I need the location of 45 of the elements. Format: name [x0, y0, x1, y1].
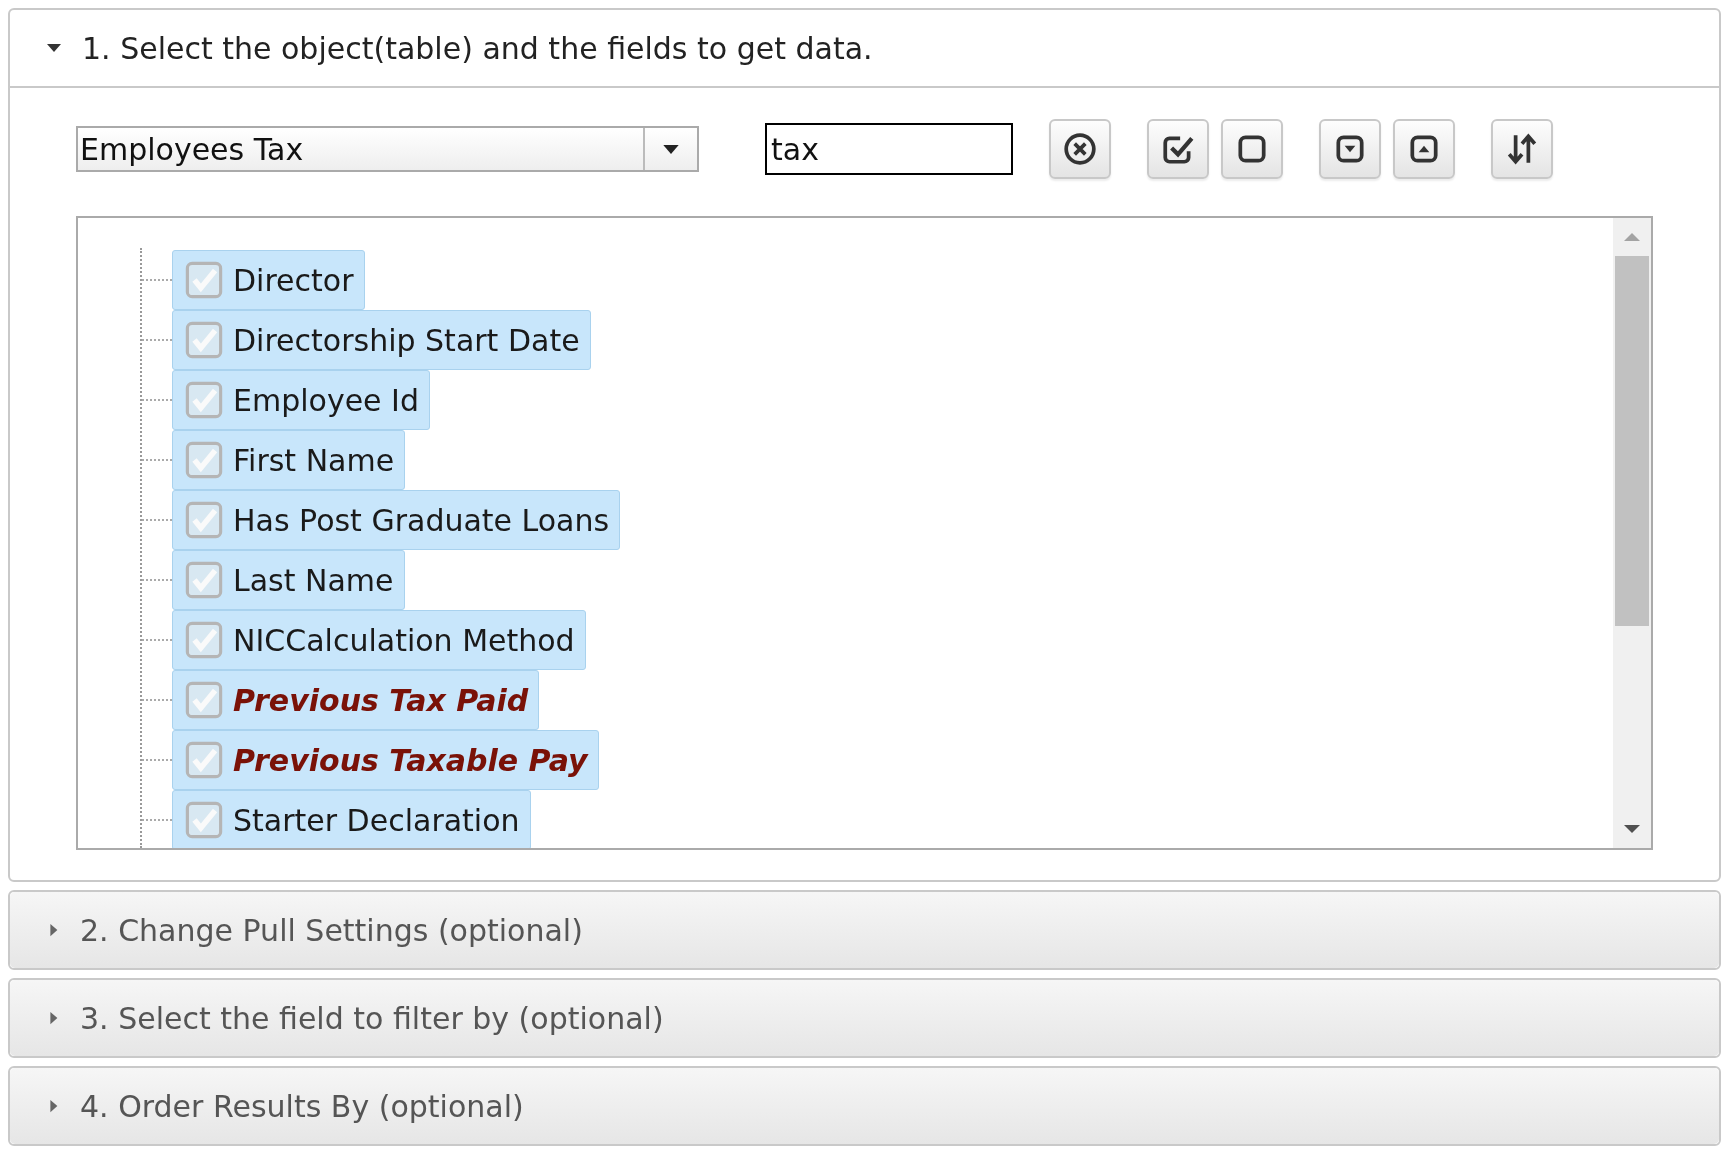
field-item[interactable]: Previous Tax Paid — [172, 670, 540, 730]
field-item[interactable]: Has Post Graduate Loans — [172, 490, 621, 550]
accordion-header[interactable]: 2. Change Pull Settings (optional) — [10, 892, 1719, 968]
accordion-header[interactable]: 4. Order Results By (optional) — [10, 1068, 1719, 1144]
checked-checkbox-icon[interactable] — [185, 561, 223, 599]
section-title: 4. Order Results By (optional) — [80, 1088, 524, 1124]
scroll-up-icon[interactable] — [1622, 232, 1642, 242]
field-item[interactable]: Directorship Start Date — [172, 310, 591, 370]
clear-button[interactable] — [1049, 119, 1111, 179]
check-all-button[interactable] — [1147, 119, 1209, 179]
section-title: 1. Select the object(table) and the fields to get data. — [82, 30, 873, 66]
scroll-down-icon[interactable] — [1622, 824, 1642, 834]
field-item[interactable]: Last Name — [172, 550, 405, 610]
checked-checkbox-icon[interactable] — [185, 321, 223, 359]
collapse-button[interactable] — [1393, 119, 1455, 179]
accordion-header[interactable]: 1. Select the object(table) and the fields to get data. — [10, 10, 1719, 88]
circle-x-icon — [1063, 132, 1097, 166]
checked-checkbox-icon[interactable] — [185, 621, 223, 659]
box-up-icon — [1407, 132, 1441, 166]
section-title: 2. Change Pull Settings (optional) — [80, 912, 583, 948]
checked-checkbox-icon[interactable] — [185, 381, 223, 419]
empty-box-icon — [1235, 132, 1269, 166]
checked-checkbox-icon[interactable] — [185, 501, 223, 539]
field-item[interactable]: Previous Taxable Pay — [172, 730, 599, 790]
object-dropdown[interactable]: Employees Tax — [76, 126, 699, 172]
checked-checkbox-icon[interactable] — [185, 261, 223, 299]
field-item[interactable]: Starter Declaration — [172, 790, 531, 848]
sort-arrows-icon — [1505, 132, 1539, 166]
accordion-header[interactable]: 3. Select the field to filter by (optional) — [10, 980, 1719, 1056]
checked-checkbox-icon[interactable] — [185, 741, 223, 779]
field-item[interactable]: NICCalculation Method — [172, 610, 586, 670]
expand-button[interactable] — [1319, 119, 1381, 179]
field-item[interactable]: First Name — [172, 430, 406, 490]
section-title: 3. Select the field to filter by (optional) — [80, 1000, 664, 1036]
scrollbar[interactable] — [1613, 218, 1651, 848]
field-item[interactable]: Employee Id — [172, 370, 430, 430]
checked-checkbox-icon[interactable] — [185, 681, 223, 719]
sort-button[interactable] — [1491, 119, 1553, 179]
field-item[interactable]: Director — [172, 250, 365, 310]
box-down-icon — [1333, 132, 1367, 166]
search-field[interactable]: tax — [765, 123, 1013, 175]
uncheck-all-button[interactable] — [1221, 119, 1283, 179]
checked-checkbox-icon[interactable] — [185, 801, 223, 839]
checked-checkbox-icon[interactable] — [185, 441, 223, 479]
caret-down-icon — [662, 143, 680, 155]
